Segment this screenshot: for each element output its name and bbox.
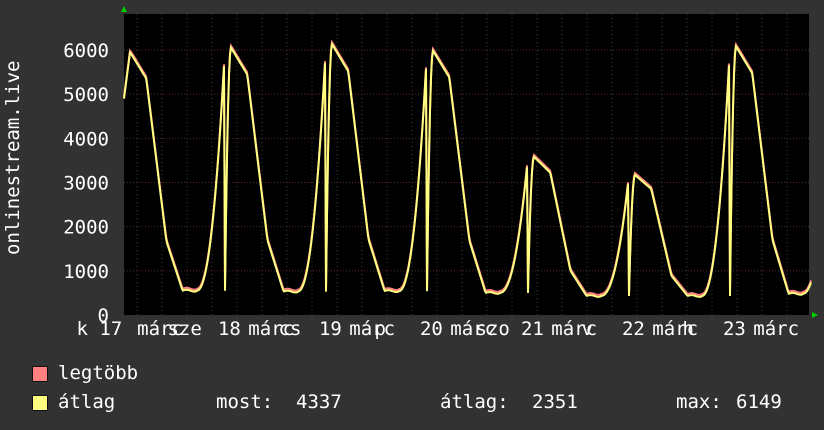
y-tick-label: 4000 (63, 128, 109, 150)
x-tick-label: sze (167, 318, 202, 340)
x-tick-label: 20 (419, 318, 443, 340)
stat-max-value: 6149 (736, 391, 782, 413)
stat-avg-label: átlag: (440, 391, 509, 413)
x-tick-label: p (374, 318, 386, 340)
stat-avg-value: 2351 (532, 391, 578, 413)
x-tick-label: 22 (621, 318, 645, 340)
legend-max-label: legtöbb (58, 362, 139, 384)
legend-swatch-avg (32, 395, 48, 411)
x-tick-label: h (682, 318, 694, 340)
stat-most-label: most: (216, 391, 274, 413)
y-tick-label: 6000 (63, 40, 109, 62)
y-tick-label: 5000 (63, 84, 109, 106)
legend-swatch-max (32, 366, 48, 382)
stat-most-value: 4337 (296, 391, 342, 413)
y-axis: 0100020003000400050006000 (63, 40, 109, 327)
x-tick-label: 21 (520, 318, 544, 340)
y-tick-label: 1000 (63, 261, 109, 283)
stat-max-label: max: (676, 391, 722, 413)
y-tick-label: 2000 (63, 217, 109, 239)
x-tick-label: 19 (318, 318, 342, 340)
x-tick-label: v (581, 318, 593, 340)
x-tick-label: márc (753, 318, 800, 340)
x-tick-label: k 17 (76, 318, 123, 340)
y-axis-arrow-icon (121, 6, 127, 12)
x-tick-label: 23 (722, 318, 746, 340)
y-axis-title: onlinestream.live (2, 60, 24, 255)
x-tick-label: cs (278, 318, 302, 340)
y-tick-label: 3000 (63, 173, 109, 195)
x-tick-label: 18 (217, 318, 241, 340)
x-tick-label: márc (349, 318, 396, 340)
x-tick-label: szo (475, 318, 510, 340)
x-axis-arrow-icon (812, 312, 818, 318)
legend-avg-label: átlag (58, 391, 116, 413)
